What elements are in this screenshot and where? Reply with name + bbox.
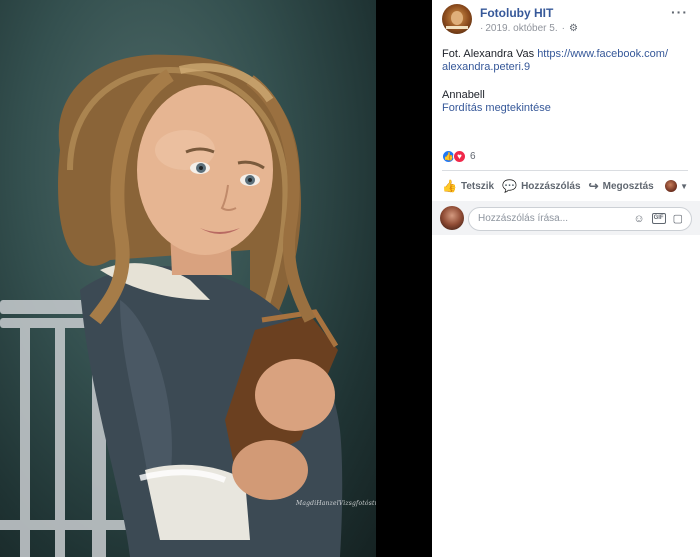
meta-separator: · [480, 23, 484, 34]
comment-tools: ☺ GIF ▢ [626, 212, 683, 226]
profile-link-cont[interactable]: alexandra.peteri.9 [442, 61, 530, 73]
comment-input[interactable]: Hozzászólás írása... ☺ GIF ▢ [468, 207, 692, 231]
share-label: Megosztás [602, 180, 654, 192]
post-header: Fotoluby HIT · 2019. október 5. · ⚙ ··· [442, 4, 692, 38]
share-button[interactable]: ↪ Megosztás [589, 179, 654, 193]
post-text-prefix: Fot. Alexandra Vas [442, 48, 538, 60]
like-label: Tetszik [460, 180, 495, 192]
reaction-summary[interactable]: 👍 ♥ 6 [442, 149, 476, 163]
meta-separator: · [561, 23, 565, 34]
post-photo[interactable]: MagdiHanzelVizsgfotóstudio [0, 0, 376, 557]
love-reaction-icon: ♥ [453, 149, 466, 163]
photo-viewer: MagdiHanzelVizsgfotóstudio [0, 0, 432, 557]
comment-composer: Hozzászólás írása... ☺ GIF ▢ [432, 201, 700, 235]
post-date[interactable]: 2019. október 5. [485, 23, 557, 34]
photo-watermark: MagdiHanzelVizsgfotóstudio [296, 500, 376, 507]
sticker-icon[interactable]: ▢ [673, 212, 683, 225]
comment-bubble-icon: 💬 [502, 179, 518, 193]
gear-icon[interactable]: ⚙ [569, 23, 578, 34]
comment-label: Hozzászólás [521, 180, 581, 192]
post-as-selector[interactable]: ▼ [665, 180, 688, 192]
gif-icon[interactable]: GIF [651, 213, 666, 224]
divider [442, 170, 688, 171]
reaction-count: 6 [470, 150, 476, 162]
share-arrow-icon: ↪ [588, 179, 599, 193]
more-dots-icon[interactable]: ··· [671, 4, 688, 20]
page-name-link[interactable]: Fotoluby HIT [480, 6, 553, 20]
comment-button[interactable]: 💬 Hozzászólás [502, 179, 580, 193]
portrait-illustration [0, 54, 343, 557]
post-panel: Fotoluby HIT · 2019. október 5. · ⚙ ··· … [432, 0, 700, 557]
avatar [665, 180, 678, 192]
profile-link[interactable]: https://www.facebook.com/ [537, 48, 668, 60]
avatar [440, 206, 464, 230]
see-translation-link[interactable]: Fordítás megtekintése [442, 102, 551, 114]
post-text: Fot. Alexandra Vas https://www.facebook.… [442, 48, 682, 74]
comment-placeholder: Hozzászólás írása... [478, 213, 569, 224]
page-avatar[interactable] [442, 4, 472, 34]
like-button[interactable]: 👍 Tetszik [442, 179, 494, 193]
post-meta: · 2019. október 5. · ⚙ [480, 23, 578, 34]
post-caption: Annabell [442, 89, 485, 101]
emoji-icon[interactable]: ☺ [633, 213, 644, 225]
thumbs-up-icon: 👍 [442, 179, 457, 193]
post-actions: 👍 Tetszik 💬 Hozzászólás ↪ Megosztás ▼ [442, 176, 688, 196]
chevron-down-icon: ▼ [680, 181, 688, 191]
